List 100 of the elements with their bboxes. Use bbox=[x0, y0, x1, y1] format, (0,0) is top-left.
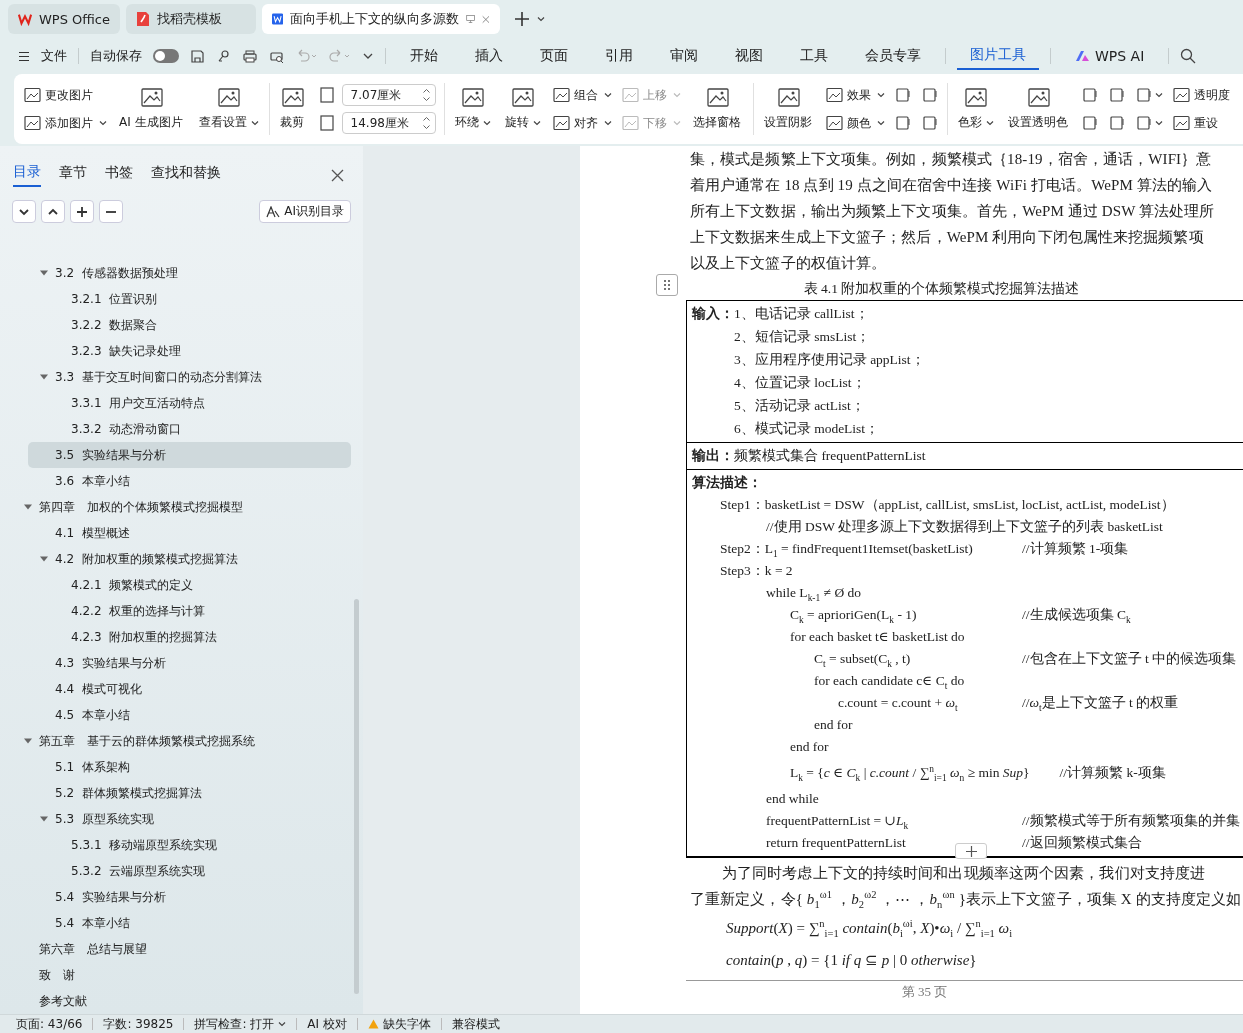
status-item[interactable]: 缺失字体 bbox=[367, 1015, 431, 1033]
toc-item[interactable]: 3.3.2 动态滑动窗口 bbox=[0, 416, 351, 442]
table-handle-button[interactable] bbox=[656, 274, 678, 296]
toc-item[interactable]: 5.3 原型系统实现 bbox=[0, 806, 351, 832]
ribbon-tab[interactable]: 审阅 bbox=[657, 43, 711, 69]
ribbon-tab[interactable]: 视图 bbox=[722, 43, 776, 69]
ribbon-tab[interactable]: 引用 bbox=[592, 43, 646, 69]
ribbon-tab[interactable]: WPS AI bbox=[1062, 44, 1158, 68]
ribbon-button[interactable]: 对齐 bbox=[552, 112, 612, 134]
toc-item[interactable]: 3.5 实验结果与分析 bbox=[28, 442, 351, 468]
collapse-button[interactable] bbox=[41, 200, 65, 223]
input-line: 4、位置记录 locList； bbox=[733, 374, 867, 392]
toc-item[interactable]: 5.1 体系架构 bbox=[0, 754, 351, 780]
save-icon[interactable] bbox=[190, 48, 205, 64]
sidebar-tab[interactable]: 查找和替换 bbox=[151, 164, 221, 186]
window-tab[interactable]: WPS Office bbox=[8, 4, 120, 34]
toc-item[interactable]: 4.1 模型概述 bbox=[0, 520, 351, 546]
triangle-icon[interactable] bbox=[40, 555, 48, 563]
ribbon-button[interactable]: 重设 bbox=[1172, 112, 1230, 134]
toc-item[interactable]: 5.3.1 移动端原型系统实现 bbox=[0, 832, 351, 858]
ribbon-tab[interactable]: 插入 bbox=[462, 43, 516, 69]
autosave-toggle[interactable] bbox=[153, 49, 179, 63]
chevron-down-icon[interactable] bbox=[536, 14, 546, 24]
window-tab[interactable]: 面向手机上下文的纵向多源数 bbox=[262, 4, 500, 34]
expand-button[interactable] bbox=[12, 200, 36, 223]
ribbon-tab[interactable]: 页面 bbox=[527, 43, 581, 69]
ribbon-button[interactable]: 色彩 bbox=[955, 85, 996, 133]
scrollbar[interactable] bbox=[354, 599, 359, 994]
triangle-icon[interactable] bbox=[24, 503, 32, 511]
toc-item[interactable]: 5.4 实验结果与分析 bbox=[0, 884, 351, 910]
spinner-icon[interactable] bbox=[421, 87, 431, 103]
file-menu[interactable]: 文件 bbox=[41, 47, 67, 65]
ribbon-button[interactable]: 旋转 bbox=[502, 85, 543, 133]
menu-icon[interactable] bbox=[18, 50, 30, 62]
remove-button[interactable] bbox=[99, 200, 123, 223]
window-tab[interactable]: 找稻壳模板 bbox=[126, 4, 256, 34]
monitor-icon[interactable] bbox=[466, 13, 476, 25]
toc-item[interactable]: 5.3.2 云端原型系统实现 bbox=[0, 858, 351, 884]
ribbon-button[interactable]: 裁剪 bbox=[277, 85, 308, 133]
toc-item[interactable]: 3.2.2 数据聚合 bbox=[0, 312, 351, 338]
toc-item[interactable]: 3.2 传感器数据预处理 bbox=[0, 260, 351, 286]
toc-item[interactable]: 3.2.1 位置识别 bbox=[0, 286, 351, 312]
ribbon-button[interactable]: 更改图片 bbox=[24, 84, 107, 106]
toc-item[interactable]: 第四章 加权的个体频繁模式挖掘模型 bbox=[0, 494, 351, 520]
print-icon[interactable] bbox=[242, 48, 258, 64]
ribbon-button[interactable]: 添加图片 bbox=[24, 112, 107, 134]
new-tab-icon[interactable] bbox=[514, 11, 530, 27]
toc-item[interactable]: 4.3 实验结果与分析 bbox=[0, 650, 351, 676]
toc-item[interactable]: 3.3 基于交互时间窗口的动态分割算法 bbox=[0, 364, 351, 390]
size-field[interactable]: 7.07厘米 bbox=[341, 84, 436, 106]
toc-item[interactable]: 4.5 本章小结 bbox=[0, 702, 351, 728]
ribbon-tab[interactable]: 工具 bbox=[787, 43, 841, 69]
toc-item[interactable]: 4.2 附加权重的频繁模式挖掘算法 bbox=[0, 546, 351, 572]
status-item[interactable]: 拼写检查: 打开 bbox=[194, 1015, 287, 1033]
ribbon-button[interactable]: 查看设置 bbox=[196, 85, 261, 133]
ribbon-tab[interactable]: 开始 bbox=[397, 43, 451, 69]
toc-item[interactable]: 5.4 本章小结 bbox=[0, 910, 351, 936]
spinner-icon[interactable] bbox=[421, 115, 431, 131]
status-item[interactable]: 兼容模式 bbox=[451, 1015, 500, 1033]
status-item[interactable]: 字数: 39825 bbox=[103, 1015, 174, 1033]
triangle-icon[interactable] bbox=[40, 269, 48, 277]
search-icon[interactable] bbox=[1180, 48, 1197, 64]
ribbon-tab[interactable]: 图片工具 bbox=[957, 42, 1039, 70]
ribbon-button[interactable]: 透明度 bbox=[1172, 84, 1230, 106]
sidebar-tab[interactable]: 目录 bbox=[13, 163, 41, 187]
size-field[interactable]: 14.98厘米 bbox=[341, 112, 436, 134]
toc-item[interactable]: 5.2 群体频繁模式挖掘算法 bbox=[0, 780, 351, 806]
sidebar-tab[interactable]: 章节 bbox=[59, 164, 87, 186]
status-item[interactable]: AI 校对 bbox=[307, 1015, 347, 1033]
add-row-button[interactable] bbox=[955, 843, 987, 859]
key-icon[interactable] bbox=[216, 48, 231, 64]
chevron-down-icon[interactable] bbox=[362, 51, 374, 61]
toc-item[interactable]: 第五章 基于云的群体频繁模式挖掘系统 bbox=[0, 728, 351, 754]
toc-item[interactable]: 3.3.1 用户交互活动特点 bbox=[0, 390, 351, 416]
ribbon-button[interactable]: 颜色 bbox=[825, 112, 885, 134]
toc-item[interactable]: 4.4 模式可视化 bbox=[0, 676, 351, 702]
sidebar-tab[interactable]: 书签 bbox=[105, 164, 133, 186]
toc-item[interactable]: 参考文献 bbox=[0, 988, 351, 1014]
ribbon-button[interactable]: AI 生成图片 bbox=[117, 85, 187, 133]
ribbon-button[interactable]: 设置阴影 bbox=[761, 85, 816, 133]
ribbon-button[interactable]: 效果 bbox=[825, 84, 885, 106]
ai-toc-button[interactable]: AI识别目录 bbox=[259, 200, 351, 223]
ribbon-tab[interactable]: 会员专享 bbox=[852, 43, 934, 69]
toc-item[interactable]: 4.2.2 权重的选择与计算 bbox=[0, 598, 351, 624]
toc-item[interactable]: 3.6 本章小结 bbox=[0, 468, 351, 494]
triangle-icon[interactable] bbox=[40, 373, 48, 381]
add-button[interactable] bbox=[70, 200, 94, 223]
ribbon-button[interactable]: 选择窗格 bbox=[690, 85, 745, 133]
ribbon-button[interactable]: 组合 bbox=[552, 84, 612, 106]
status-item[interactable]: 页面: 43/66 bbox=[16, 1015, 83, 1033]
toc-item[interactable]: 4.2.3 附加权重的挖掘算法 bbox=[0, 624, 351, 650]
triangle-icon[interactable] bbox=[24, 737, 32, 745]
toc-item[interactable]: 第六章 总结与展望 bbox=[0, 936, 351, 962]
toc-item[interactable]: 致 谢 bbox=[0, 962, 351, 988]
ribbon-button[interactable]: 设置透明色 bbox=[1005, 85, 1072, 133]
toc-item[interactable]: 3.2.3 缺失记录处理 bbox=[0, 338, 351, 364]
ribbon-button[interactable]: 环绕 bbox=[452, 85, 493, 133]
toc-item[interactable]: 4.2.1 频繁模式的定义 bbox=[0, 572, 351, 598]
close-icon[interactable] bbox=[331, 168, 344, 182]
triangle-icon[interactable] bbox=[40, 815, 48, 823]
